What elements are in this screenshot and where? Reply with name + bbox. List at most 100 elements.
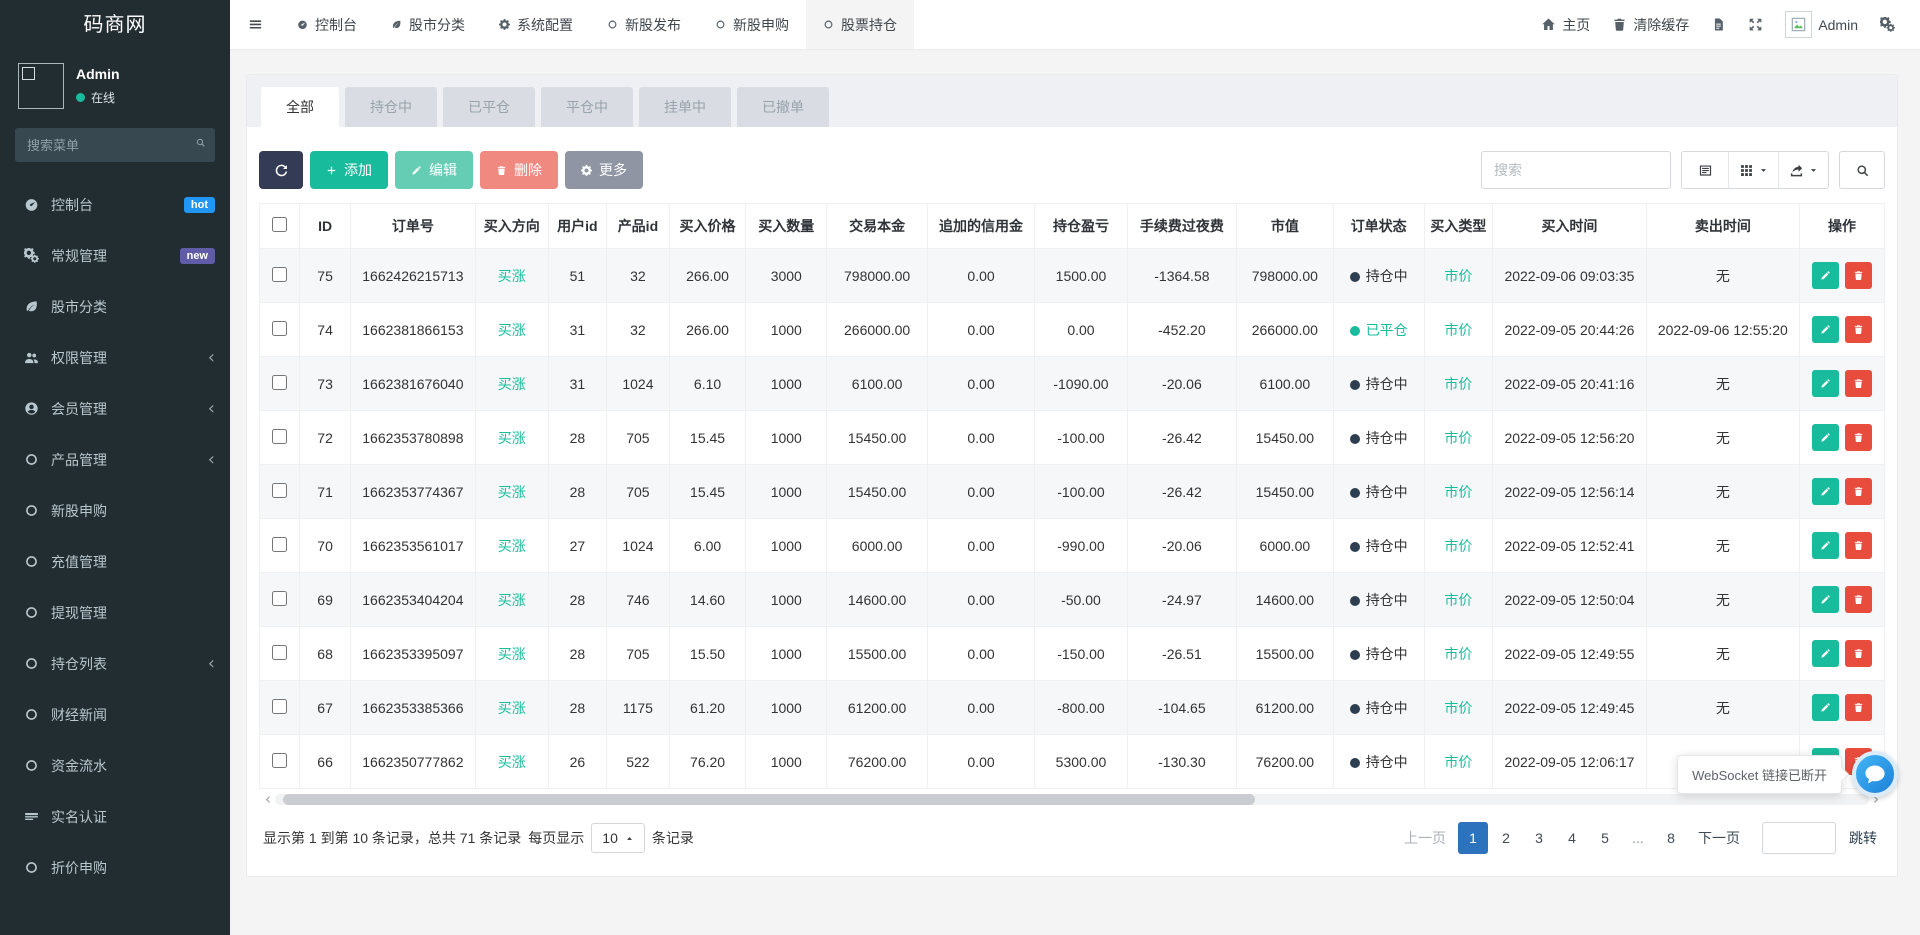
- nav-item-system-config[interactable]: 系统配置: [482, 0, 590, 49]
- tab-pending[interactable]: 挂单中: [639, 87, 731, 127]
- cell-direction[interactable]: 买涨: [475, 465, 548, 519]
- row-edit-button[interactable]: [1812, 694, 1839, 721]
- nav-item-stock-position[interactable]: 股票持仓: [806, 0, 914, 49]
- nav-item-ipo-subscription[interactable]: 新股申购: [698, 0, 806, 49]
- cell-buy-type[interactable]: 市价: [1424, 681, 1493, 735]
- navbar-user[interactable]: Admin: [1774, 0, 1869, 50]
- row-delete-button[interactable]: [1845, 586, 1872, 613]
- cell-buy-type[interactable]: 市价: [1424, 357, 1493, 411]
- sidebar-item-market-category[interactable]: 股市分类: [0, 281, 230, 332]
- tab-closing[interactable]: 平仓中: [541, 87, 633, 127]
- sidebar-item-dashboard[interactable]: 控制台hot: [0, 179, 230, 230]
- cell-buy-type[interactable]: 市价: [1424, 411, 1493, 465]
- row-checkbox[interactable]: [272, 645, 287, 660]
- row-delete-button[interactable]: [1845, 478, 1872, 505]
- cell-direction[interactable]: 买涨: [475, 627, 548, 681]
- home-link[interactable]: 主页: [1530, 0, 1601, 50]
- cell-buy-type[interactable]: 市价: [1424, 735, 1493, 789]
- cell-buy-type[interactable]: 市价: [1424, 519, 1493, 573]
- row-delete-button[interactable]: [1845, 532, 1872, 559]
- chat-widget-button[interactable]: [1852, 751, 1898, 797]
- row-edit-button[interactable]: [1812, 262, 1839, 289]
- prev-page-button[interactable]: 上一页: [1395, 822, 1455, 854]
- row-checkbox[interactable]: [272, 591, 287, 606]
- row-edit-button[interactable]: [1812, 370, 1839, 397]
- columns-button[interactable]: [1728, 152, 1778, 188]
- tab-holding[interactable]: 持仓中: [345, 87, 437, 127]
- row-checkbox[interactable]: [272, 321, 287, 336]
- cell-buy-type[interactable]: 市价: [1424, 465, 1493, 519]
- sidebar-toggle-button[interactable]: [230, 0, 280, 49]
- fullscreen-button[interactable]: [1737, 0, 1774, 50]
- cell-direction[interactable]: 买涨: [475, 357, 548, 411]
- sidebar-item-withdrawal-management[interactable]: 提现管理: [0, 587, 230, 638]
- page-number[interactable]: 3: [1524, 822, 1554, 854]
- sidebar-item-ipo-subscription[interactable]: 新股申购: [0, 485, 230, 536]
- sidebar-item-fund-flow[interactable]: 资金流水: [0, 740, 230, 791]
- table-search-input[interactable]: [1481, 151, 1671, 189]
- nav-item-ipo-release[interactable]: 新股发布: [590, 0, 698, 49]
- row-delete-button[interactable]: [1845, 370, 1872, 397]
- row-checkbox[interactable]: [272, 429, 287, 444]
- row-edit-button[interactable]: [1812, 532, 1839, 559]
- cell-buy-type[interactable]: 市价: [1424, 303, 1493, 357]
- scroll-left-arrow[interactable]: ‹: [261, 793, 275, 806]
- cell-direction[interactable]: 买涨: [475, 303, 548, 357]
- sidebar-item-product-management[interactable]: 产品管理‹: [0, 434, 230, 485]
- scrollbar-track[interactable]: [275, 794, 1869, 805]
- row-edit-button[interactable]: [1812, 478, 1839, 505]
- row-checkbox[interactable]: [272, 267, 287, 282]
- row-checkbox[interactable]: [272, 753, 287, 768]
- next-page-button[interactable]: 下一页: [1689, 822, 1749, 854]
- sidebar-item-real-name-verification[interactable]: 实名认证: [0, 791, 230, 842]
- cell-direction[interactable]: 买涨: [475, 573, 548, 627]
- edit-button[interactable]: 编辑: [395, 151, 473, 189]
- row-checkbox[interactable]: [272, 699, 287, 714]
- row-delete-button[interactable]: [1845, 424, 1872, 451]
- row-checkbox[interactable]: [272, 483, 287, 498]
- cell-direction[interactable]: 买涨: [475, 249, 548, 303]
- clear-cache-link[interactable]: 清除缓存: [1601, 0, 1700, 50]
- cell-buy-type[interactable]: 市价: [1424, 249, 1493, 303]
- tab-all[interactable]: 全部: [261, 87, 339, 127]
- row-delete-button[interactable]: [1845, 262, 1872, 289]
- scrollbar-thumb[interactable]: [283, 794, 1255, 805]
- sidebar-item-position-list[interactable]: 持仓列表‹: [0, 638, 230, 689]
- cell-direction[interactable]: 买涨: [475, 519, 548, 573]
- delete-button[interactable]: 删除: [480, 151, 558, 189]
- cell-direction[interactable]: 买涨: [475, 735, 548, 789]
- row-delete-button[interactable]: [1845, 316, 1872, 343]
- page-size-dropdown[interactable]: 10: [591, 823, 645, 853]
- nav-item-market-category[interactable]: 股市分类: [374, 0, 482, 49]
- select-all-checkbox[interactable]: [272, 217, 287, 232]
- jump-button[interactable]: 跳转: [1845, 828, 1881, 848]
- row-edit-button[interactable]: [1812, 586, 1839, 613]
- cell-buy-type[interactable]: 市价: [1424, 573, 1493, 627]
- page-number[interactable]: 8: [1656, 822, 1686, 854]
- sidebar-item-general-management[interactable]: 常规管理new: [0, 230, 230, 281]
- sidebar-item-finance-news[interactable]: 财经新闻: [0, 689, 230, 740]
- logs-button[interactable]: [1700, 0, 1737, 50]
- add-button[interactable]: 添加: [310, 151, 388, 189]
- cell-direction[interactable]: 买涨: [475, 681, 548, 735]
- cell-buy-type[interactable]: 市价: [1424, 627, 1493, 681]
- tab-canceled[interactable]: 已撤单: [737, 87, 829, 127]
- row-edit-button[interactable]: [1812, 640, 1839, 667]
- jump-page-input[interactable]: [1762, 822, 1836, 854]
- sidebar-item-member-management[interactable]: 会员管理‹: [0, 383, 230, 434]
- refresh-button[interactable]: [259, 151, 303, 189]
- page-number[interactable]: 1: [1458, 822, 1488, 854]
- settings-button[interactable]: [1869, 0, 1906, 50]
- detail-view-button[interactable]: [1682, 152, 1728, 188]
- row-edit-button[interactable]: [1812, 424, 1839, 451]
- page-number[interactable]: 2: [1491, 822, 1521, 854]
- tab-closed[interactable]: 已平仓: [443, 87, 535, 127]
- more-button[interactable]: 更多: [565, 151, 643, 189]
- sidebar-item-recharge-management[interactable]: 充值管理: [0, 536, 230, 587]
- sidebar-item-permission-management[interactable]: 权限管理‹: [0, 332, 230, 383]
- page-number[interactable]: 4: [1557, 822, 1587, 854]
- export-button[interactable]: [1778, 152, 1828, 188]
- search-submit-button[interactable]: [1839, 151, 1885, 189]
- sidebar-search-input[interactable]: [15, 128, 215, 162]
- nav-item-dashboard[interactable]: 控制台: [280, 0, 374, 49]
